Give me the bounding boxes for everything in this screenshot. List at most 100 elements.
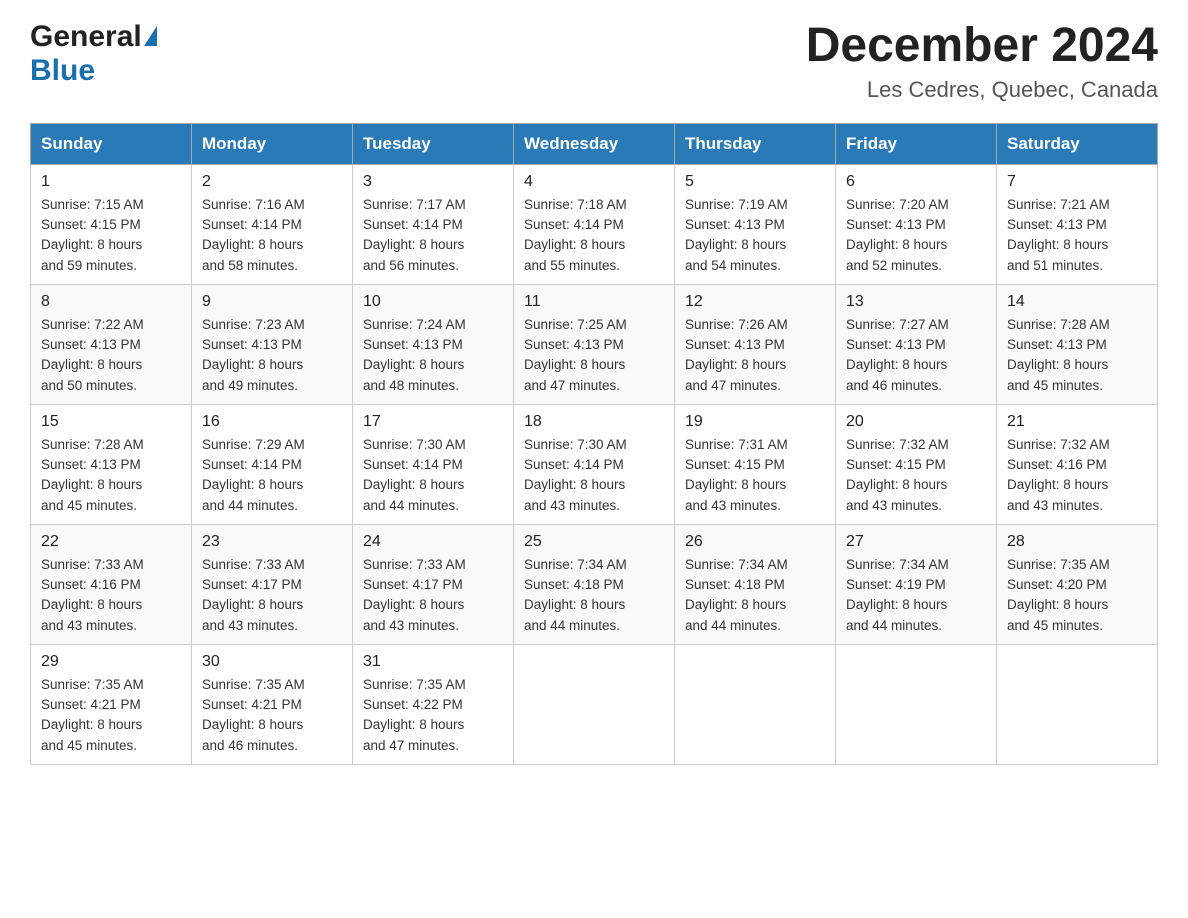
day-number: 5	[685, 173, 825, 191]
page-header: General Blue December 2024 Les Cedres, Q…	[30, 20, 1158, 103]
calendar-week-row: 15 Sunrise: 7:28 AM Sunset: 4:13 PM Dayl…	[31, 404, 1158, 524]
day-info: Sunrise: 7:33 AM Sunset: 4:17 PM Dayligh…	[202, 555, 342, 636]
calendar-table: SundayMondayTuesdayWednesdayThursdayFrid…	[30, 123, 1158, 765]
calendar-cell: 25 Sunrise: 7:34 AM Sunset: 4:18 PM Dayl…	[514, 524, 675, 644]
day-number: 9	[202, 293, 342, 311]
calendar-cell	[675, 644, 836, 764]
day-info: Sunrise: 7:26 AM Sunset: 4:13 PM Dayligh…	[685, 315, 825, 396]
day-number: 11	[524, 293, 664, 311]
day-info: Sunrise: 7:23 AM Sunset: 4:13 PM Dayligh…	[202, 315, 342, 396]
weekday-header-row: SundayMondayTuesdayWednesdayThursdayFrid…	[31, 123, 1158, 164]
calendar-cell: 26 Sunrise: 7:34 AM Sunset: 4:18 PM Dayl…	[675, 524, 836, 644]
day-number: 17	[363, 413, 503, 431]
day-number: 14	[1007, 293, 1147, 311]
calendar-cell: 14 Sunrise: 7:28 AM Sunset: 4:13 PM Dayl…	[997, 284, 1158, 404]
day-number: 8	[41, 293, 181, 311]
day-number: 20	[846, 413, 986, 431]
calendar-cell: 9 Sunrise: 7:23 AM Sunset: 4:13 PM Dayli…	[192, 284, 353, 404]
day-number: 28	[1007, 533, 1147, 551]
day-info: Sunrise: 7:28 AM Sunset: 4:13 PM Dayligh…	[41, 435, 181, 516]
calendar-cell: 4 Sunrise: 7:18 AM Sunset: 4:14 PM Dayli…	[514, 164, 675, 284]
calendar-cell: 17 Sunrise: 7:30 AM Sunset: 4:14 PM Dayl…	[353, 404, 514, 524]
day-info: Sunrise: 7:33 AM Sunset: 4:16 PM Dayligh…	[41, 555, 181, 636]
calendar-cell: 23 Sunrise: 7:33 AM Sunset: 4:17 PM Dayl…	[192, 524, 353, 644]
calendar-cell	[836, 644, 997, 764]
day-number: 31	[363, 653, 503, 671]
day-info: Sunrise: 7:17 AM Sunset: 4:14 PM Dayligh…	[363, 195, 503, 276]
calendar-cell: 29 Sunrise: 7:35 AM Sunset: 4:21 PM Dayl…	[31, 644, 192, 764]
logo: General Blue	[30, 20, 157, 88]
day-info: Sunrise: 7:33 AM Sunset: 4:17 PM Dayligh…	[363, 555, 503, 636]
day-info: Sunrise: 7:30 AM Sunset: 4:14 PM Dayligh…	[524, 435, 664, 516]
day-info: Sunrise: 7:35 AM Sunset: 4:20 PM Dayligh…	[1007, 555, 1147, 636]
weekday-header-saturday: Saturday	[997, 123, 1158, 164]
day-number: 16	[202, 413, 342, 431]
day-number: 18	[524, 413, 664, 431]
day-number: 10	[363, 293, 503, 311]
logo-general-text: General	[30, 20, 142, 54]
day-info: Sunrise: 7:32 AM Sunset: 4:16 PM Dayligh…	[1007, 435, 1147, 516]
day-number: 19	[685, 413, 825, 431]
month-year-title: December 2024	[806, 20, 1158, 73]
calendar-cell: 5 Sunrise: 7:19 AM Sunset: 4:13 PM Dayli…	[675, 164, 836, 284]
calendar-week-row: 8 Sunrise: 7:22 AM Sunset: 4:13 PM Dayli…	[31, 284, 1158, 404]
weekday-header-wednesday: Wednesday	[514, 123, 675, 164]
calendar-cell	[997, 644, 1158, 764]
calendar-cell: 6 Sunrise: 7:20 AM Sunset: 4:13 PM Dayli…	[836, 164, 997, 284]
logo-blue-text: Blue	[30, 54, 95, 87]
day-number: 21	[1007, 413, 1147, 431]
day-number: 3	[363, 173, 503, 191]
day-info: Sunrise: 7:35 AM Sunset: 4:22 PM Dayligh…	[363, 675, 503, 756]
day-number: 7	[1007, 173, 1147, 191]
calendar-cell: 1 Sunrise: 7:15 AM Sunset: 4:15 PM Dayli…	[31, 164, 192, 284]
weekday-header-tuesday: Tuesday	[353, 123, 514, 164]
calendar-week-row: 1 Sunrise: 7:15 AM Sunset: 4:15 PM Dayli…	[31, 164, 1158, 284]
day-info: Sunrise: 7:31 AM Sunset: 4:15 PM Dayligh…	[685, 435, 825, 516]
calendar-cell: 21 Sunrise: 7:32 AM Sunset: 4:16 PM Dayl…	[997, 404, 1158, 524]
day-number: 23	[202, 533, 342, 551]
day-number: 26	[685, 533, 825, 551]
calendar-cell: 7 Sunrise: 7:21 AM Sunset: 4:13 PM Dayli…	[997, 164, 1158, 284]
day-info: Sunrise: 7:27 AM Sunset: 4:13 PM Dayligh…	[846, 315, 986, 396]
day-number: 27	[846, 533, 986, 551]
calendar-cell: 3 Sunrise: 7:17 AM Sunset: 4:14 PM Dayli…	[353, 164, 514, 284]
day-number: 1	[41, 173, 181, 191]
day-number: 29	[41, 653, 181, 671]
day-info: Sunrise: 7:15 AM Sunset: 4:15 PM Dayligh…	[41, 195, 181, 276]
calendar-cell: 10 Sunrise: 7:24 AM Sunset: 4:13 PM Dayl…	[353, 284, 514, 404]
day-info: Sunrise: 7:34 AM Sunset: 4:19 PM Dayligh…	[846, 555, 986, 636]
day-info: Sunrise: 7:29 AM Sunset: 4:14 PM Dayligh…	[202, 435, 342, 516]
calendar-week-row: 22 Sunrise: 7:33 AM Sunset: 4:16 PM Dayl…	[31, 524, 1158, 644]
day-info: Sunrise: 7:35 AM Sunset: 4:21 PM Dayligh…	[202, 675, 342, 756]
location-subtitle: Les Cedres, Quebec, Canada	[806, 77, 1158, 103]
day-info: Sunrise: 7:30 AM Sunset: 4:14 PM Dayligh…	[363, 435, 503, 516]
weekday-header-thursday: Thursday	[675, 123, 836, 164]
day-info: Sunrise: 7:28 AM Sunset: 4:13 PM Dayligh…	[1007, 315, 1147, 396]
calendar-cell: 27 Sunrise: 7:34 AM Sunset: 4:19 PM Dayl…	[836, 524, 997, 644]
day-info: Sunrise: 7:34 AM Sunset: 4:18 PM Dayligh…	[524, 555, 664, 636]
calendar-cell: 13 Sunrise: 7:27 AM Sunset: 4:13 PM Dayl…	[836, 284, 997, 404]
day-number: 22	[41, 533, 181, 551]
day-number: 30	[202, 653, 342, 671]
calendar-cell: 22 Sunrise: 7:33 AM Sunset: 4:16 PM Dayl…	[31, 524, 192, 644]
day-info: Sunrise: 7:16 AM Sunset: 4:14 PM Dayligh…	[202, 195, 342, 276]
day-info: Sunrise: 7:19 AM Sunset: 4:13 PM Dayligh…	[685, 195, 825, 276]
calendar-cell: 30 Sunrise: 7:35 AM Sunset: 4:21 PM Dayl…	[192, 644, 353, 764]
day-info: Sunrise: 7:20 AM Sunset: 4:13 PM Dayligh…	[846, 195, 986, 276]
weekday-header-sunday: Sunday	[31, 123, 192, 164]
day-info: Sunrise: 7:24 AM Sunset: 4:13 PM Dayligh…	[363, 315, 503, 396]
calendar-cell: 11 Sunrise: 7:25 AM Sunset: 4:13 PM Dayl…	[514, 284, 675, 404]
day-number: 24	[363, 533, 503, 551]
calendar-cell: 19 Sunrise: 7:31 AM Sunset: 4:15 PM Dayl…	[675, 404, 836, 524]
calendar-cell: 18 Sunrise: 7:30 AM Sunset: 4:14 PM Dayl…	[514, 404, 675, 524]
calendar-cell: 16 Sunrise: 7:29 AM Sunset: 4:14 PM Dayl…	[192, 404, 353, 524]
calendar-cell: 28 Sunrise: 7:35 AM Sunset: 4:20 PM Dayl…	[997, 524, 1158, 644]
calendar-cell	[514, 644, 675, 764]
calendar-cell: 24 Sunrise: 7:33 AM Sunset: 4:17 PM Dayl…	[353, 524, 514, 644]
day-number: 13	[846, 293, 986, 311]
title-block: December 2024 Les Cedres, Quebec, Canada	[806, 20, 1158, 103]
calendar-cell: 12 Sunrise: 7:26 AM Sunset: 4:13 PM Dayl…	[675, 284, 836, 404]
calendar-cell: 15 Sunrise: 7:28 AM Sunset: 4:13 PM Dayl…	[31, 404, 192, 524]
weekday-header-monday: Monday	[192, 123, 353, 164]
day-number: 2	[202, 173, 342, 191]
